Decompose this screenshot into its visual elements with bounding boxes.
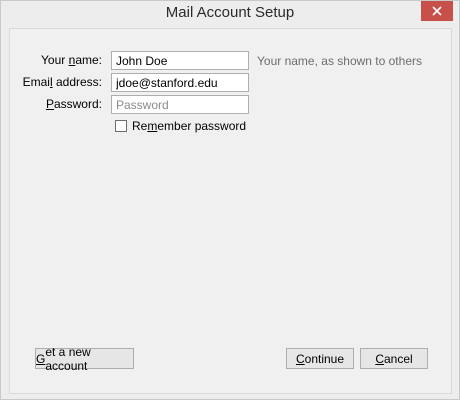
title-bar[interactable]: Mail Account Setup — [1, 1, 459, 25]
email-label: Email address: — [22, 75, 102, 89]
continue-button[interactable]: Continue — [286, 348, 354, 369]
name-hint: Your name, as shown to others — [257, 54, 422, 68]
cancel-button[interactable]: Cancel — [360, 348, 428, 369]
email-input[interactable] — [111, 73, 249, 92]
name-label: Your name: — [41, 53, 102, 67]
close-button[interactable] — [421, 1, 453, 21]
window-title: Mail Account Setup — [165, 4, 295, 21]
mail-account-setup-window: Mail Account Setup Your name: Your name,… — [0, 0, 460, 400]
account-setup-panel: Your name: Your name, as shown to others… — [9, 28, 452, 394]
remember-password-label[interactable]: Remember password — [132, 119, 246, 133]
get-new-account-button[interactable]: Get a new account — [35, 345, 134, 373]
remember-password-checkbox[interactable] — [115, 120, 127, 132]
password-label: Password: — [45, 97, 102, 111]
close-icon — [432, 6, 442, 16]
password-input[interactable] — [111, 95, 249, 114]
name-input[interactable] — [111, 51, 249, 70]
